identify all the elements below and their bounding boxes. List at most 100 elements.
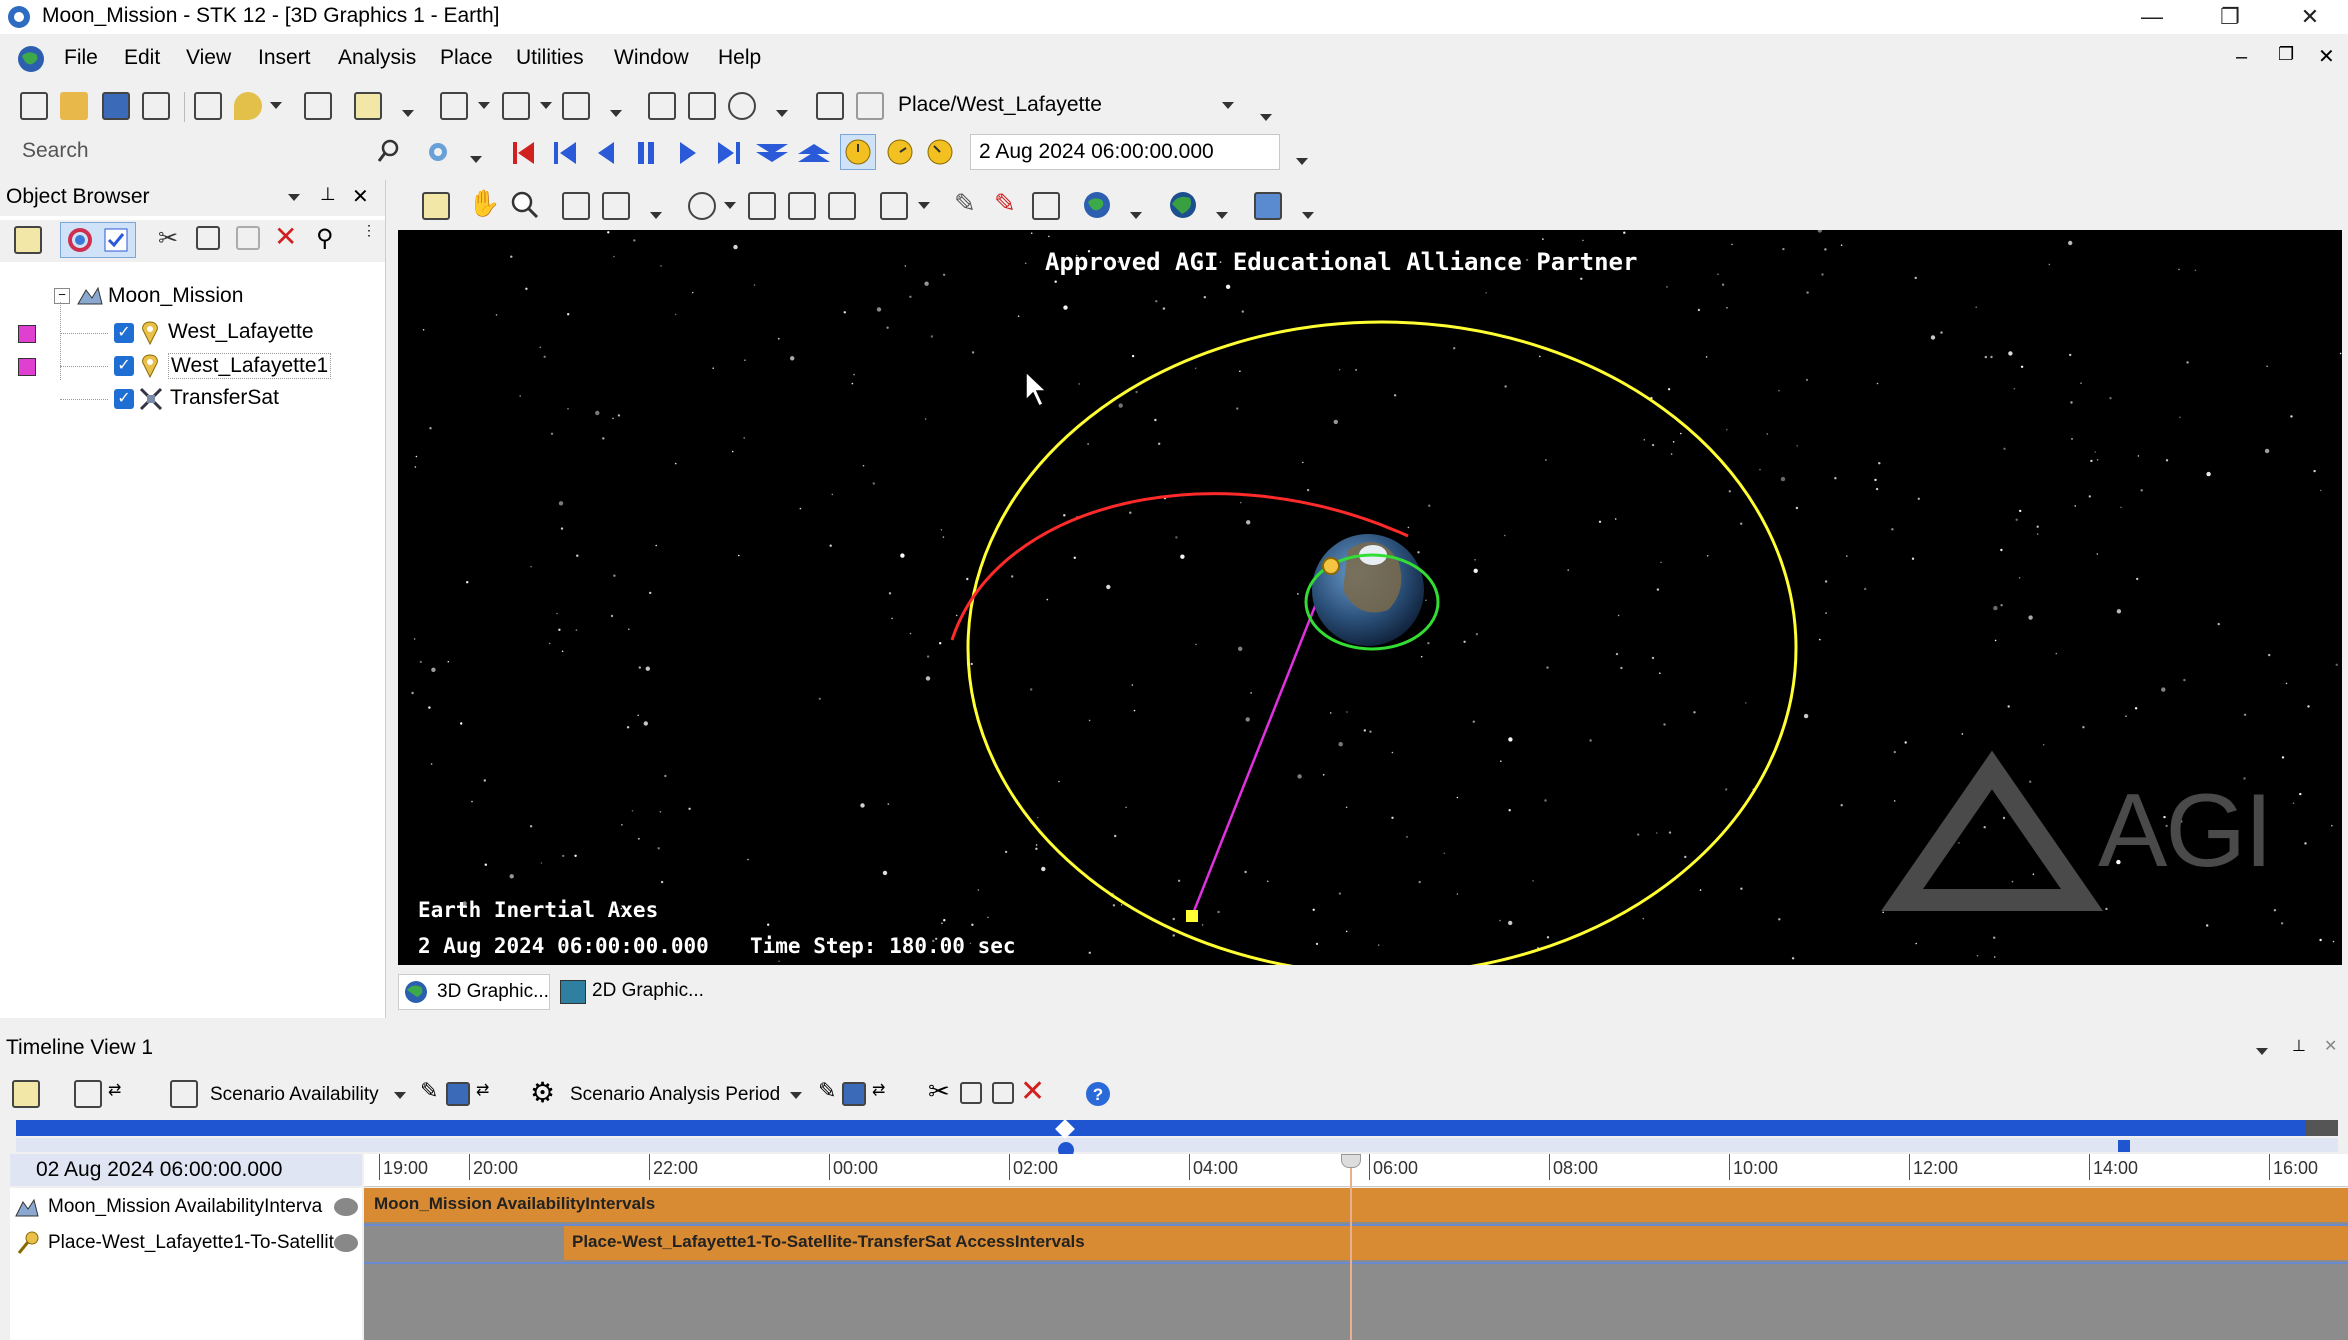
chevron-down-icon[interactable] xyxy=(790,1092,802,1099)
pencil-icon[interactable]: ✎ xyxy=(420,1078,438,1104)
insert-object-icon[interactable] xyxy=(194,92,222,120)
print-icon[interactable] xyxy=(304,92,332,120)
pin-icon[interactable]: ⊥ xyxy=(2292,1036,2306,1056)
chevron-down-icon[interactable] xyxy=(270,102,282,109)
current-time-handle[interactable] xyxy=(1341,1154,1361,1168)
window-icon[interactable] xyxy=(1254,192,1282,220)
zoom-to-object-icon[interactable] xyxy=(816,92,844,120)
save-icon[interactable] xyxy=(446,1082,470,1106)
chevron-down-icon[interactable] xyxy=(918,202,930,209)
timeline-overview-bar[interactable] xyxy=(16,1120,2338,1136)
overview-range-handle[interactable] xyxy=(2118,1140,2130,1152)
maximize-button[interactable]: ❐ xyxy=(2196,0,2264,34)
paste-icon[interactable] xyxy=(992,1082,1014,1104)
menu-analysis[interactable]: Analysis xyxy=(338,46,416,70)
save-icon[interactable] xyxy=(842,1082,866,1106)
view-from-icon[interactable] xyxy=(856,92,884,120)
object-color-swatch[interactable] xyxy=(18,325,36,343)
search-icon[interactable] xyxy=(376,138,402,164)
object-color-swatch[interactable] xyxy=(18,358,36,376)
chevron-down-icon[interactable] xyxy=(288,194,300,201)
copy-icon[interactable] xyxy=(196,226,220,250)
close-icon[interactable]: ✕ xyxy=(352,184,369,209)
find-icon[interactable]: ⚲ xyxy=(316,224,334,253)
timeline-filter-select[interactable]: Scenario Availability xyxy=(202,1078,412,1112)
ruler-icon[interactable] xyxy=(1032,192,1060,220)
save-as-icon[interactable] xyxy=(142,92,170,120)
chevron-down-icon[interactable] xyxy=(478,102,490,109)
chevron-down-icon[interactable] xyxy=(470,156,482,163)
menu-utilities[interactable]: Utilities xyxy=(516,46,584,70)
refresh-icon[interactable] xyxy=(728,92,756,120)
more-icon[interactable]: ⋮ xyxy=(362,222,376,239)
access-icon[interactable] xyxy=(502,92,530,120)
chevron-down-icon[interactable] xyxy=(2256,1048,2268,1055)
pencil-icon[interactable]: ✎ xyxy=(818,1078,836,1104)
coverage-icon[interactable] xyxy=(562,92,590,120)
pan-icon[interactable]: ✋ xyxy=(468,188,500,219)
current-time-cursor[interactable] xyxy=(1350,1154,1352,1340)
menu-help[interactable]: Help xyxy=(718,46,761,70)
menu-place[interactable]: Place xyxy=(440,46,493,70)
menu-window[interactable]: Window xyxy=(614,46,689,70)
measure-icon[interactable]: ✎ xyxy=(954,188,976,219)
chevron-down-icon[interactable] xyxy=(724,202,736,209)
tree-item-west-lafayette[interactable]: West_Lafayette xyxy=(168,320,314,344)
tab-2d-graphics[interactable]: 2D Graphic... xyxy=(556,974,708,1010)
link-icon[interactable] xyxy=(688,92,716,120)
close-button[interactable]: ✕ xyxy=(2276,0,2344,34)
chevron-down-icon[interactable] xyxy=(776,110,788,117)
vector-icon[interactable] xyxy=(648,92,676,120)
mdi-minimize-button[interactable]: – xyxy=(2236,46,2247,69)
paste-icon[interactable] xyxy=(236,226,260,250)
add-interval-icon[interactable] xyxy=(74,1080,102,1108)
mdi-restore-button[interactable]: ❐ xyxy=(2278,44,2294,65)
chevron-down-icon[interactable] xyxy=(1130,212,1142,219)
globe-manager-icon[interactable] xyxy=(880,192,908,220)
record-icon[interactable] xyxy=(602,192,630,220)
new-scenario-icon[interactable] xyxy=(20,92,48,120)
report-icon[interactable] xyxy=(354,92,382,120)
view-down-icon[interactable] xyxy=(828,192,856,220)
tree-item-transfersat[interactable]: TransferSat xyxy=(170,386,279,410)
view-home-icon[interactable] xyxy=(688,192,716,220)
snapshot-icon[interactable] xyxy=(562,192,590,220)
chevron-down-icon[interactable] xyxy=(1296,158,1308,165)
chevron-down-icon[interactable] xyxy=(1216,212,1228,219)
eye-icon[interactable] xyxy=(334,1198,358,1216)
chevron-down-icon[interactable] xyxy=(1302,212,1314,219)
earth-icon[interactable] xyxy=(1082,190,1112,220)
cut-icon[interactable]: ✂ xyxy=(158,224,178,253)
delete-icon[interactable]: ✕ xyxy=(1020,1074,1045,1109)
3d-scene[interactable] xyxy=(398,230,2342,965)
chevron-down-icon[interactable] xyxy=(394,1092,406,1099)
tree-root-moon-mission[interactable]: Moon_Mission xyxy=(108,284,243,308)
properties-icon[interactable] xyxy=(440,92,468,120)
mdi-close-button[interactable]: ✕ xyxy=(2318,44,2335,69)
visibility-checkbox[interactable]: ✓ xyxy=(114,323,134,343)
delete-icon[interactable]: ✕ xyxy=(274,220,297,253)
analysis-period-select[interactable]: Scenario Analysis Period xyxy=(562,1078,812,1112)
save-icon[interactable] xyxy=(102,92,130,120)
menu-insert[interactable]: Insert xyxy=(258,46,311,70)
tab-3d-graphics[interactable]: 3D Graphic... xyxy=(398,974,550,1010)
pin-icon[interactable]: ⊥ xyxy=(320,184,336,205)
visibility-checkbox[interactable]: ✓ xyxy=(114,389,134,409)
animation-time-field[interactable]: 2 Aug 2024 06:00:00.000 xyxy=(970,134,1280,170)
realtime-toggle[interactable] xyxy=(840,134,876,170)
collapse-icon[interactable]: − xyxy=(54,288,70,304)
view-north-icon[interactable] xyxy=(748,192,776,220)
properties-icon[interactable] xyxy=(12,1080,40,1108)
satellite-marker[interactable] xyxy=(1186,910,1198,922)
access-interval-bar[interactable]: Place-West_Lafayette1-To-Satellite-Trans… xyxy=(564,1226,2348,1260)
menu-file[interactable]: File xyxy=(64,46,98,70)
pencil-icon[interactable]: ✎ xyxy=(994,188,1016,219)
place-icon[interactable] xyxy=(1322,557,1340,575)
clock-icon[interactable] xyxy=(924,136,956,168)
view-up-icon[interactable] xyxy=(788,192,816,220)
globe-icon[interactable] xyxy=(1168,190,1198,220)
zoom-icon[interactable] xyxy=(510,190,540,220)
clock-icon[interactable] xyxy=(884,136,916,168)
availability-interval-bar[interactable]: Moon_Mission AvailabilityIntervals xyxy=(364,1188,2348,1222)
chevron-down-icon[interactable] xyxy=(1260,114,1272,121)
